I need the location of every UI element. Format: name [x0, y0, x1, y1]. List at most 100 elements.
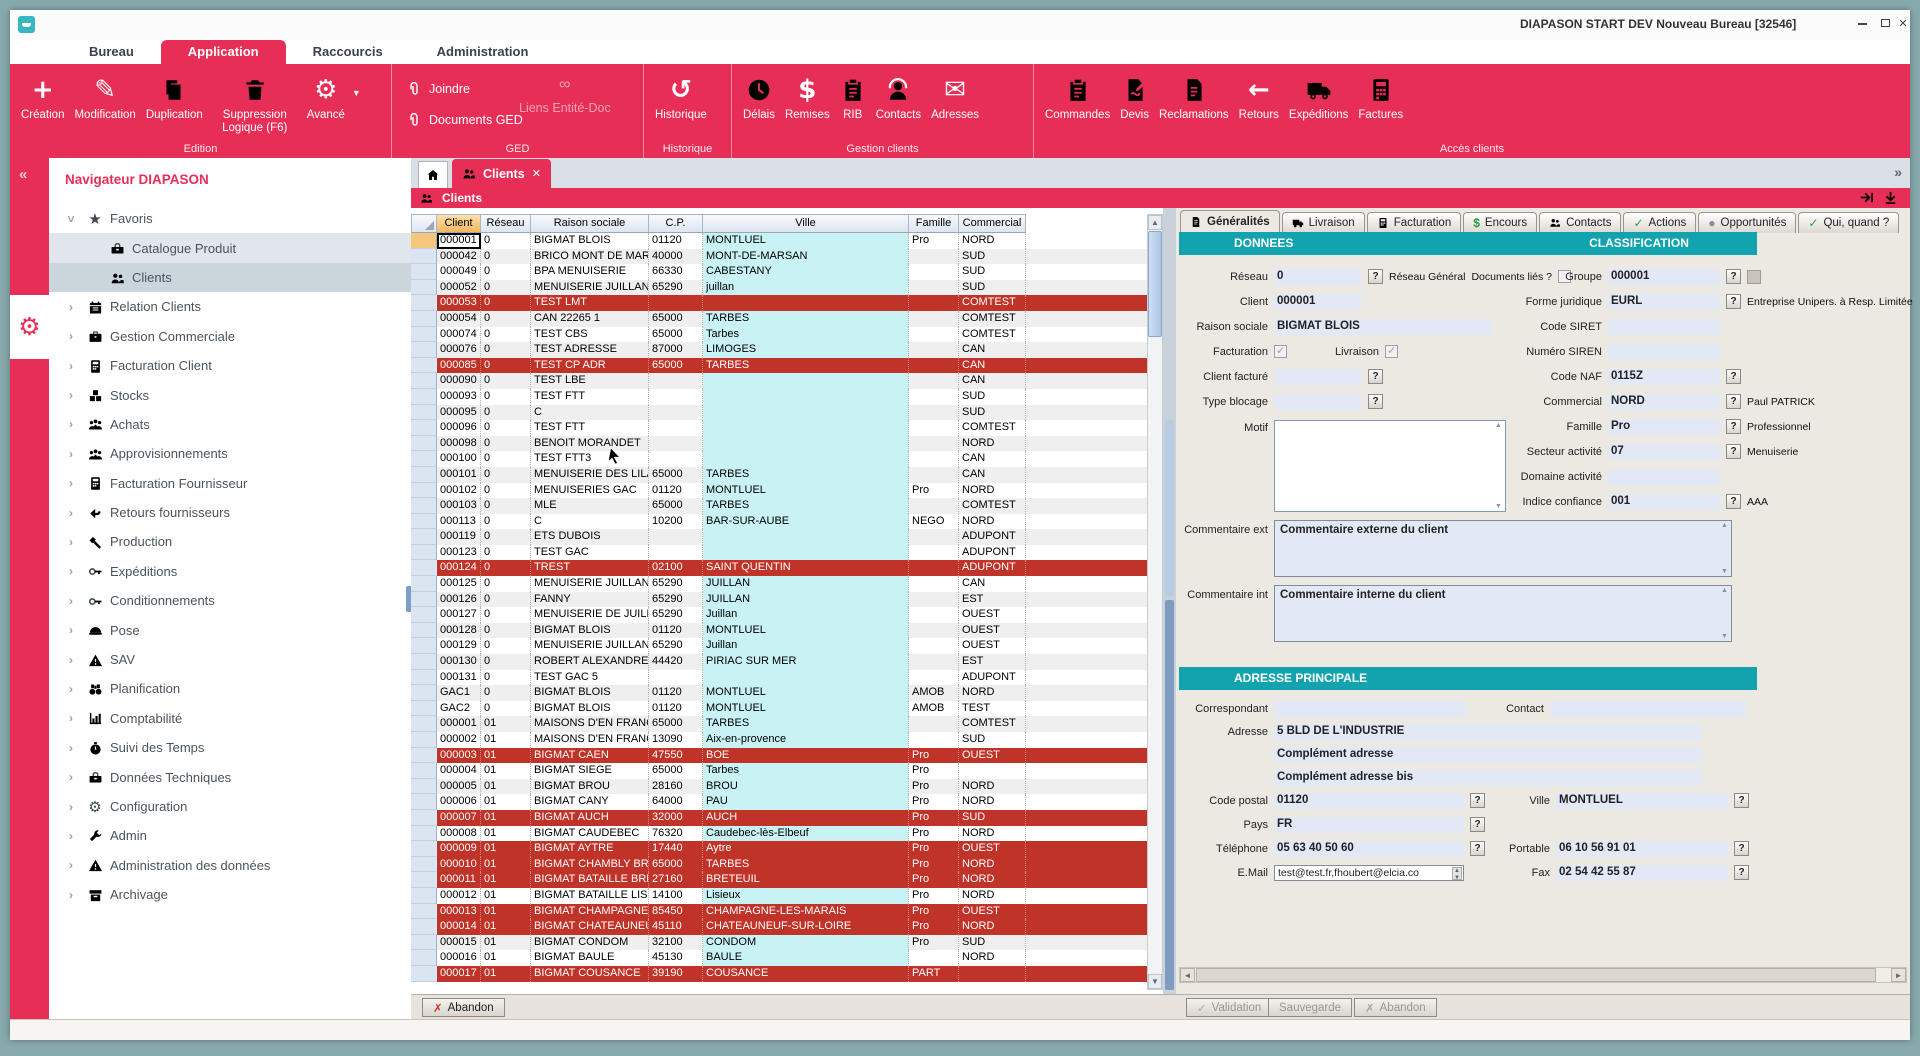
- goto-end-icon[interactable]: [1859, 190, 1874, 205]
- minimize-button[interactable]: [1853, 15, 1871, 33]
- pane-splitter[interactable]: [1163, 208, 1176, 994]
- row-selector-cell[interactable]: [411, 700, 437, 717]
- contact-field[interactable]: [1550, 700, 1746, 717]
- groupe-extra-button[interactable]: [1747, 269, 1761, 284]
- chevron-right-icon[interactable]: ›: [64, 300, 78, 314]
- sidebar-item-admin[interactable]: › Admin: [49, 821, 411, 850]
- complement-adresse-field[interactable]: Complément adresse: [1274, 746, 1702, 763]
- famille-field[interactable]: Pro: [1608, 418, 1720, 435]
- table-row[interactable]: 000008 01 BIGMAT CAUDEBEC 76320 Caudebec-lès…: [411, 825, 1163, 842]
- column-header-ville[interactable]: Ville: [703, 214, 909, 233]
- ribbon-button-exp-ditions[interactable]: Expéditions: [1284, 74, 1353, 122]
- adresse-field[interactable]: 5 BLD DE L'INDUSTRIE: [1274, 723, 1702, 740]
- commercial-field[interactable]: NORD: [1608, 393, 1720, 410]
- ribbon-button-remises[interactable]: $ Remises: [780, 74, 835, 122]
- numero-siren-field[interactable]: [1608, 343, 1720, 360]
- sidebar-item-administration-des-donn-es[interactable]: › Administration des données: [49, 851, 411, 880]
- table-row[interactable]: 000074 0 TEST CBS 65000 Tarbes COMTEST: [411, 326, 1163, 343]
- table-row[interactable]: 000103 0 MLE 65000 TARBES COMTEST: [411, 498, 1163, 514]
- chevron-right-icon[interactable]: ›: [64, 741, 78, 755]
- detail-tab-qui-quand-[interactable]: ✓ Qui, quand ?: [1798, 212, 1900, 233]
- client-facture-help-button[interactable]: ?: [1368, 369, 1383, 384]
- row-selector-cell[interactable]: [411, 482, 437, 499]
- row-selector-cell[interactable]: [411, 778, 437, 795]
- menu-tab-administration[interactable]: Administration: [410, 40, 556, 64]
- row-selector-cell[interactable]: [411, 591, 437, 608]
- table-row[interactable]: 000015 01 BIGMAT CONDOM 32100 CONDOM Pro SUD: [411, 934, 1163, 951]
- table-row[interactable]: 000128 0 BIGMAT BLOIS 01120 MONTLUEL OUEST: [411, 622, 1163, 639]
- close-tab-icon[interactable]: ✕: [532, 167, 541, 180]
- collapse-sidebar-button[interactable]: «: [19, 166, 27, 183]
- commentaire-int-textarea[interactable]: Commentaire interne du client ▲ ▼: [1274, 585, 1732, 642]
- column-header-c-p-[interactable]: C.P.: [649, 214, 703, 233]
- column-header-client[interactable]: Client: [437, 214, 481, 233]
- client-field[interactable]: 000001: [1274, 293, 1362, 310]
- row-selector-cell[interactable]: [411, 435, 437, 452]
- chevron-right-icon[interactable]: ›: [64, 594, 78, 608]
- row-selector-cell[interactable]: [411, 404, 437, 421]
- row-selector-cell[interactable]: [411, 233, 437, 249]
- ribbon-button-suppression-logique-f6-[interactable]: Suppression Logique (F6): [208, 74, 302, 135]
- complement-adresse-bis-field[interactable]: Complément adresse bis: [1274, 769, 1702, 786]
- table-row[interactable]: 000119 0 ETS DUBOIS ADUPONT: [411, 529, 1163, 545]
- row-selector-cell[interactable]: [411, 388, 437, 405]
- row-selector-cell[interactable]: [411, 716, 437, 732]
- column-header-r-seau[interactable]: Réseau: [481, 214, 531, 233]
- livraison-checkbox[interactable]: [1385, 344, 1398, 358]
- groupe-help-button[interactable]: ?: [1726, 269, 1741, 284]
- scroll-right-icon[interactable]: ►: [1891, 968, 1906, 982]
- row-selector-cell[interactable]: [411, 544, 437, 561]
- menu-tab-bureau[interactable]: Bureau: [62, 40, 161, 64]
- detail-tab-g-n-ralit-s[interactable]: Généralités: [1180, 210, 1280, 233]
- ribbon-button-joindre[interactable]: Joindre: [406, 76, 470, 102]
- indice-confiance-field[interactable]: 001: [1608, 493, 1720, 510]
- ribbon-button-rib[interactable]: RIB: [835, 74, 871, 122]
- detail-tab-actions[interactable]: ✓ Actions: [1623, 212, 1697, 233]
- raison-sociale-field[interactable]: BIGMAT BLOIS: [1274, 318, 1492, 335]
- row-selector-cell[interactable]: [411, 264, 437, 280]
- goto-bottom-icon[interactable]: [1883, 190, 1898, 205]
- sidebar-item-favoris[interactable]: ˅ ★ Favoris: [49, 204, 411, 233]
- column-header-commercial[interactable]: Commercial: [959, 214, 1026, 233]
- sidebar-item-gestion-commerciale[interactable]: › Gestion Commerciale: [49, 322, 411, 351]
- pays-help-button[interactable]: ?: [1470, 817, 1485, 832]
- chevron-right-icon[interactable]: ›: [64, 359, 78, 373]
- table-row[interactable]: 000011 01 BIGMAT BATAILLE BRET 27160 BRETEUI…: [411, 872, 1163, 888]
- row-selector-cell[interactable]: [411, 685, 437, 701]
- chevron-down-icon[interactable]: ˅: [64, 212, 78, 226]
- row-selector-cell[interactable]: [411, 856, 437, 873]
- table-row[interactable]: 000113 0 C 10200 BAR-SUR-AUBE NEGO NORD: [411, 513, 1163, 530]
- row-selector-cell[interactable]: [411, 919, 437, 935]
- secteur-activite-help-button[interactable]: ?: [1726, 444, 1741, 459]
- table-row[interactable]: 000014 01 BIGMAT CHATEAUNEUF 45110 CHATEAUNE…: [411, 919, 1163, 935]
- scroll-down-icon[interactable]: ▼: [1148, 974, 1162, 989]
- chevron-right-icon[interactable]: ›: [64, 564, 78, 578]
- ribbon-button-cr-ation[interactable]: + Création: [16, 74, 69, 122]
- ribbon-button-contacts[interactable]: Contacts: [871, 74, 926, 122]
- row-selector-cell[interactable]: [411, 498, 437, 514]
- ribbon-button-avanc-[interactable]: ⚙ Avancé: [302, 74, 350, 122]
- row-selector-cell[interactable]: [411, 841, 437, 857]
- ribbon-button-adresses[interactable]: ✉ Adresses: [926, 74, 984, 122]
- sidebar-item-donn-es-techniques[interactable]: › Données Techniques: [49, 762, 411, 791]
- column-header-raison-sociale[interactable]: Raison sociale: [531, 214, 649, 233]
- sidebar-item-archivage[interactable]: › Archivage: [49, 880, 411, 909]
- ribbon-button-modification[interactable]: ✎ Modification: [69, 74, 140, 122]
- chevron-right-icon[interactable]: ›: [64, 829, 78, 843]
- row-selector-cell[interactable]: [411, 903, 437, 920]
- row-selector-cell[interactable]: [411, 576, 437, 592]
- row-selector-cell[interactable]: [411, 529, 437, 545]
- abandon-button[interactable]: ✗ Abandon: [1354, 998, 1437, 1017]
- ribbon-button-duplication[interactable]: Duplication: [141, 74, 208, 122]
- ville-field[interactable]: MONTLUEL: [1556, 792, 1728, 809]
- telephone-field[interactable]: 05 63 40 50 60: [1274, 840, 1464, 857]
- forme-juridique-help-button[interactable]: ?: [1726, 294, 1741, 309]
- table-row[interactable]: 000049 0 BPA MENUISERIE 66330 CABESTANY SUD: [411, 264, 1163, 280]
- sidebar-item-stocks[interactable]: › Stocks: [49, 380, 411, 409]
- table-row[interactable]: 000076 0 TEST ADRESSE 87000 LIMOGES CAN: [411, 342, 1163, 358]
- maximize-button[interactable]: [1876, 15, 1894, 33]
- sidebar-item-sav[interactable]: › SAV: [49, 645, 411, 674]
- table-row[interactable]: 000096 0 TEST FTT COMTEST: [411, 420, 1163, 436]
- commentaire-ext-textarea[interactable]: Commentaire externe du client ▲ ▼: [1274, 520, 1732, 577]
- fax-field[interactable]: 02 54 42 55 87: [1556, 864, 1728, 881]
